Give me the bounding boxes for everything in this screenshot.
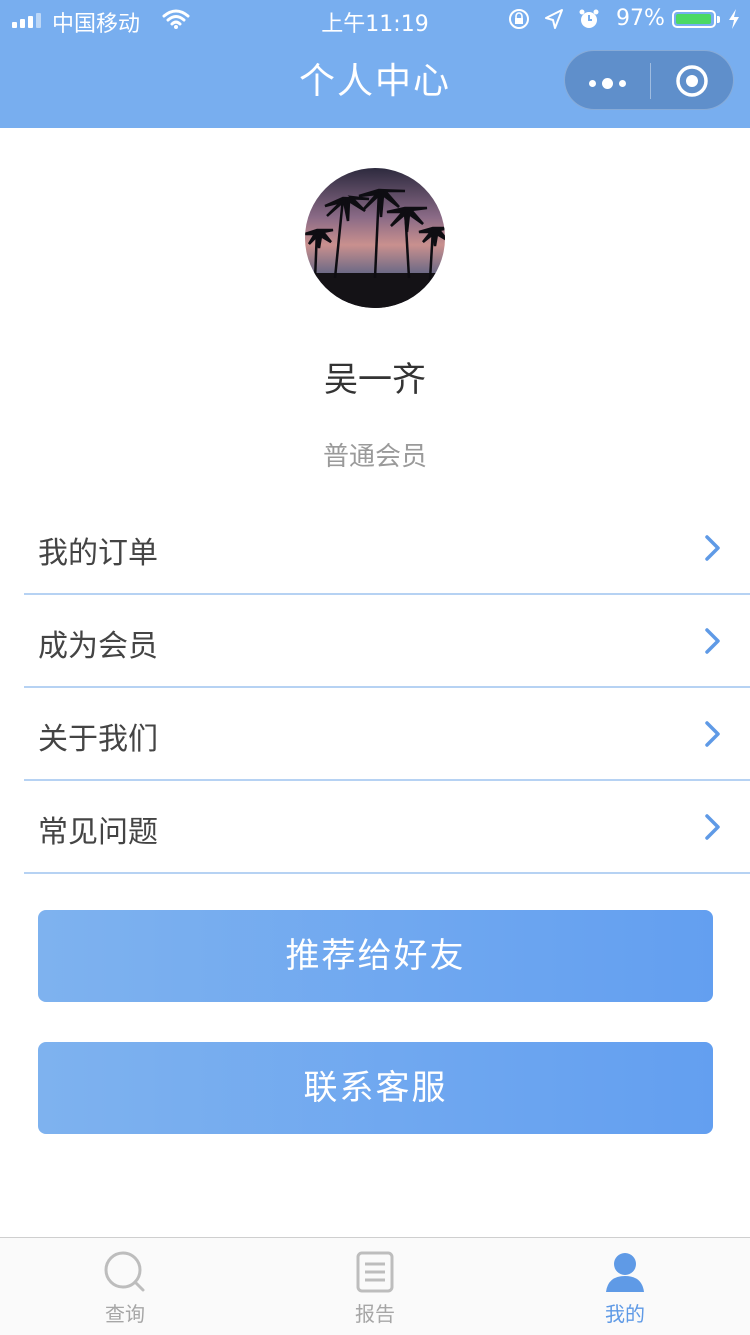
menu-list: 我的订单 成为会员 关于我们 常见问题 (24, 502, 750, 874)
menu-item-label: 成为会员 (38, 629, 158, 664)
tab-label: 查询 (105, 1302, 145, 1326)
menu-item-label: 关于我们 (38, 722, 158, 757)
chevron-right-icon (705, 628, 720, 654)
report-icon (356, 1251, 394, 1293)
recommend-button[interactable]: 推荐给好友 (38, 910, 713, 1002)
location-icon (545, 9, 563, 29)
chevron-right-icon (705, 814, 720, 840)
charging-bolt-icon (729, 9, 739, 29)
header: 中国移动 上午11:19 97% 个人中心 (0, 0, 750, 128)
menu-item-faq[interactable]: 常见问题 (24, 781, 750, 874)
tab-query[interactable]: 查询 (0, 1238, 250, 1335)
tab-report[interactable]: 报告 (250, 1238, 500, 1335)
menu-item-about[interactable]: 关于我们 (24, 688, 750, 781)
alarm-icon (579, 9, 599, 28)
tab-mine[interactable]: 我的 (500, 1238, 750, 1335)
capsule-divider (650, 63, 651, 99)
menu-item-orders[interactable]: 我的订单 (24, 502, 750, 595)
user-icon (606, 1253, 644, 1292)
status-bar: 中国移动 上午11:19 97% (0, 0, 750, 40)
status-icons (508, 8, 600, 30)
user-name: 吴一齐 (324, 360, 426, 400)
contact-service-button[interactable]: 联系客服 (38, 1042, 713, 1134)
more-dots-icon[interactable] (589, 78, 626, 89)
chevron-right-icon (705, 535, 720, 561)
chevron-right-icon (705, 721, 720, 747)
mini-program-capsule (564, 50, 734, 110)
member-level: 普通会员 (322, 442, 427, 472)
battery-icon (672, 10, 720, 28)
tab-label: 我的 (605, 1302, 645, 1326)
search-icon (104, 1251, 145, 1292)
battery-percent: 97% (616, 6, 665, 31)
tab-bar: 查询 报告 我的 (0, 1237, 750, 1335)
rotation-lock-icon (509, 9, 529, 29)
tab-label: 报告 (355, 1302, 395, 1326)
target-circle-icon[interactable] (675, 64, 709, 98)
menu-item-membership[interactable]: 成为会员 (24, 595, 750, 688)
menu-item-label: 常见问题 (38, 815, 158, 850)
menu-item-label: 我的订单 (38, 536, 158, 571)
avatar[interactable] (305, 168, 445, 308)
